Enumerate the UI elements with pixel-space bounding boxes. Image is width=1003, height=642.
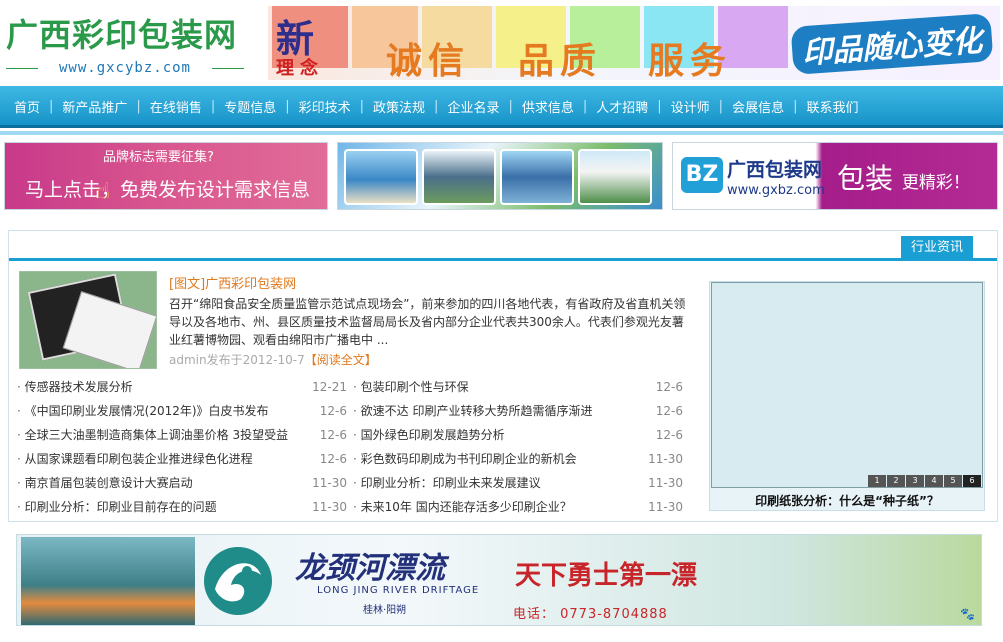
nav-exhibitions[interactable]: 会展信息 (732, 97, 784, 116)
nav-supply-demand[interactable]: 供求信息 (522, 97, 574, 116)
nav-contact[interactable]: 联系我们 (806, 97, 858, 116)
ad-rafting-banner[interactable]: 龙颈河漂流 LONG JING RIVER DRIFTAGE 桂林·阳朔 天下勇… (16, 534, 982, 626)
feature-meta: admin发布于2012-10-7【阅读全文】 (169, 351, 377, 368)
list-item[interactable]: 包装印刷个性与环保12-6 (353, 375, 683, 399)
feature-summary: 召开“绵阳食品安全质量监管示范试点现场会”，前来参加的四川各地代表，有省政府及省… (169, 297, 686, 347)
list-item[interactable]: 南京首届包装创意设计大赛启动11-30 (17, 471, 347, 495)
slide-page-3[interactable]: 3 (906, 475, 924, 487)
list-item[interactable]: 欲速不达 印刷产业转移大势所趋需循序渐进12-6 (353, 399, 683, 423)
rafting-location: 桂林·阳朔 (363, 605, 407, 616)
tab-industry-news[interactable]: 行业资讯 (900, 236, 973, 260)
slide-page-4[interactable]: 4 (925, 475, 943, 487)
banner-word-service: 服务 (648, 40, 733, 80)
pointer-hand-icon: ☝ (97, 179, 111, 204)
nav-separator: | (359, 98, 365, 114)
list-item[interactable]: 印刷业分析：印刷业目前存在的问题11-30 (17, 495, 347, 519)
nav-designers[interactable]: 设计师 (671, 97, 710, 116)
slideshow-image[interactable] (711, 282, 983, 488)
nav-divider (0, 131, 1003, 135)
list-item[interactable]: 印刷业分析：印刷业未来发展建议11-30 (353, 471, 683, 495)
scenery-photo (344, 149, 418, 205)
rafting-photo (21, 537, 195, 625)
header: 广西彩印包装网 www.gxcybz.com 新 理念 诚信 品质 服务 印品随… (0, 0, 1003, 86)
nav-separator: | (136, 98, 141, 114)
nav-separator: | (793, 98, 798, 114)
nav-separator: | (508, 98, 513, 114)
nav-directory[interactable]: 企业名录 (447, 97, 499, 116)
feature-thumbnail[interactable] (19, 271, 157, 369)
rafting-slogan: 天下勇士第一漂 (515, 561, 698, 591)
slideshow-caption[interactable]: 印刷纸张分析：什么是“种子纸”？ (710, 492, 984, 509)
ad-slogan-big: 包装 (837, 162, 894, 195)
feature-title: 广西彩印包装网 (205, 277, 297, 292)
news-list-right: 包装印刷个性与环保12-6 欲速不达 印刷产业转移大势所趋需循序渐进12-6 国… (353, 375, 683, 519)
list-item[interactable]: 彩色数码印刷成为书刊印刷企业的新机会11-30 (353, 447, 683, 471)
ad-design-request[interactable]: 品牌标志需要征集? 马上点击，免费发布设计需求信息 ☝ (4, 142, 328, 210)
slide-page-1[interactable]: 1 (868, 475, 886, 487)
news-panel: 行业资讯 [图文]广西彩印包装网 召开“绵阳食品安全质量监管示范试点现场会”，前… (8, 230, 998, 522)
list-item[interactable]: 从国家课题看印刷包装企业推进绿色化进程12-6 (17, 447, 347, 471)
rafting-name-en: LONG JING RIVER DRIFTAGE (317, 585, 480, 596)
news-list-left: 传感器技术发展分析12-21 《中国印刷业发展情况(2012年)》白皮书发布12… (17, 375, 347, 519)
logo-title: 广西彩印包装网 (6, 16, 238, 54)
rafting-phone: 电话： 0773-8704888 (513, 607, 668, 622)
rafting-name-cn: 龙颈河漂流 (295, 551, 445, 586)
page: 广西彩印包装网 www.gxcybz.com 新 理念 诚信 品质 服务 印品随… (0, 0, 1003, 642)
list-item[interactable]: 国外绿色印刷发展趋势分析12-6 (353, 423, 683, 447)
banner-concept: 理念 (276, 58, 324, 79)
nav-new-products[interactable]: 新产品推广 (62, 97, 127, 116)
list-item[interactable]: 《中国印刷业发展情况(2012年)》白皮书发布12-6 (17, 399, 347, 423)
ad-site-domain: www.gxbz.com (727, 183, 825, 198)
panel-top-border (9, 258, 997, 261)
scenery-photo (422, 149, 496, 205)
feature-title-link[interactable]: [图文]广西彩印包装网 (169, 273, 296, 292)
nav-jobs[interactable]: 人才招聘 (596, 97, 648, 116)
paw-icon: 🐾 (960, 607, 975, 621)
nav-separator: | (657, 98, 662, 114)
thumbnail-card (62, 291, 156, 368)
list-item[interactable]: 全球三大油墨制造商集体上调油墨价格 3投望受益12-6 (17, 423, 347, 447)
nav-printing-tech[interactable]: 彩印技术 (299, 97, 351, 116)
ad-question: 品牌标志需要征集? (103, 150, 214, 165)
nav-policy[interactable]: 政策法规 (373, 97, 425, 116)
nav-home[interactable]: 首页 (14, 97, 40, 116)
feature-tag: [图文] (169, 277, 206, 292)
nav-separator: | (285, 98, 290, 114)
nav-separator: | (718, 98, 724, 114)
nav-separator: | (434, 98, 439, 114)
banner-word-quality: 品质 (518, 40, 603, 80)
slideshow: 1 2 3 4 5 6 印刷纸张分析：什么是“种子纸”？ (709, 281, 985, 511)
nav-online-sales[interactable]: 在线销售 (150, 97, 202, 116)
main-nav: 首页 | 新产品推广 | 在线销售 | 专题信息 | 彩印技术 | 政策法规 |… (0, 86, 1003, 128)
slide-page-6[interactable]: 6 (963, 475, 981, 487)
scenery-photo (500, 149, 574, 205)
ad-scenery[interactable] (337, 142, 663, 210)
nav-topics[interactable]: 专题信息 (224, 97, 276, 116)
scenery-photo (578, 149, 652, 205)
site-logo[interactable]: 广西彩印包装网 www.gxcybz.com (6, 8, 246, 78)
header-banner: 新 理念 诚信 品质 服务 印品随心变化 (268, 6, 1000, 80)
ad-gxbz[interactable]: BZ 广西包装网 www.gxbz.com 包装 更精彩！ (672, 142, 998, 210)
ad-site-name: 广西包装网 (727, 159, 823, 181)
slideshow-pager: 1 2 3 4 5 6 (867, 475, 981, 487)
ad-slogan: 包装 更精彩！ (837, 157, 970, 197)
logo-url: www.gxcybz.com (6, 60, 244, 76)
wave-emblem-icon (201, 541, 275, 621)
slide-page-2[interactable]: 2 (887, 475, 905, 487)
slide-page-5[interactable]: 5 (944, 475, 962, 487)
banner-slogan: 印品随心变化 (790, 13, 994, 75)
read-more-link[interactable]: 【阅读全文】 (305, 353, 377, 367)
ad-bz-logo: BZ (681, 157, 723, 193)
ad-slogan-small: 更精彩！ (901, 173, 970, 193)
feature-author-date: admin发布于2012-10-7 (169, 353, 305, 367)
ad-message: 马上点击，免费发布设计需求信息 (25, 179, 311, 201)
list-item[interactable]: 传感器技术发展分析12-21 (17, 375, 347, 399)
list-item[interactable]: 未来10年 国内还能存活多少印刷企业？11-30 (353, 495, 683, 519)
nav-separator: | (582, 98, 588, 114)
banner-word-integrity: 诚信 (386, 40, 471, 80)
nav-separator: | (210, 98, 216, 114)
nav-separator: | (49, 98, 54, 114)
